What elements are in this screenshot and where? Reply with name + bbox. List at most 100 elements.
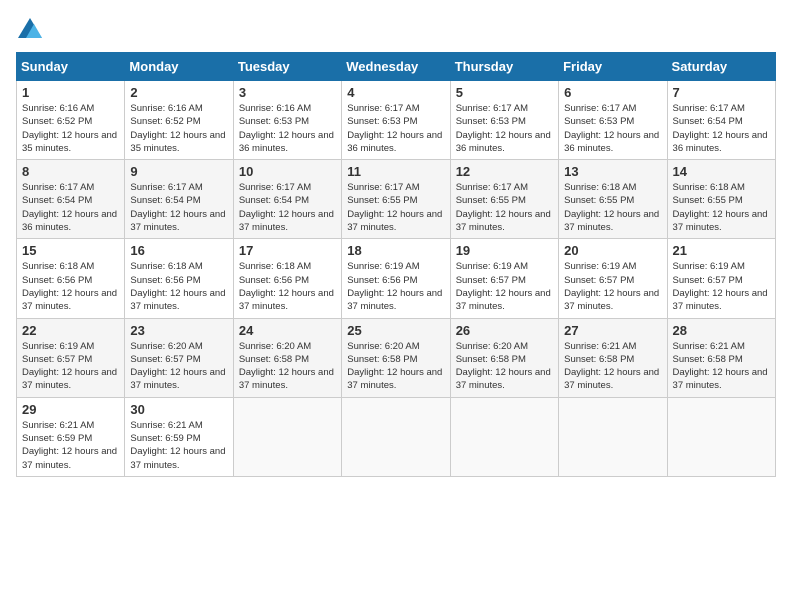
day-number: 28 bbox=[673, 323, 770, 338]
day-info: Sunrise: 6:18 AM Sunset: 6:56 PM Dayligh… bbox=[22, 260, 119, 313]
calendar-cell: 8 Sunrise: 6:17 AM Sunset: 6:54 PM Dayli… bbox=[17, 160, 125, 239]
calendar-cell bbox=[450, 397, 558, 476]
day-number: 29 bbox=[22, 402, 119, 417]
calendar-cell: 16 Sunrise: 6:18 AM Sunset: 6:56 PM Dayl… bbox=[125, 239, 233, 318]
weekday-header-row: SundayMondayTuesdayWednesdayThursdayFrid… bbox=[17, 53, 776, 81]
day-number: 15 bbox=[22, 243, 119, 258]
day-number: 21 bbox=[673, 243, 770, 258]
calendar-cell: 7 Sunrise: 6:17 AM Sunset: 6:54 PM Dayli… bbox=[667, 81, 775, 160]
logo bbox=[16, 16, 48, 44]
calendar-week-row: 8 Sunrise: 6:17 AM Sunset: 6:54 PM Dayli… bbox=[17, 160, 776, 239]
day-info: Sunrise: 6:17 AM Sunset: 6:54 PM Dayligh… bbox=[239, 181, 336, 234]
day-info: Sunrise: 6:18 AM Sunset: 6:56 PM Dayligh… bbox=[130, 260, 227, 313]
day-info: Sunrise: 6:19 AM Sunset: 6:57 PM Dayligh… bbox=[564, 260, 661, 313]
day-number: 3 bbox=[239, 85, 336, 100]
calendar-cell: 28 Sunrise: 6:21 AM Sunset: 6:58 PM Dayl… bbox=[667, 318, 775, 397]
day-info: Sunrise: 6:21 AM Sunset: 6:59 PM Dayligh… bbox=[22, 419, 119, 472]
calendar-cell: 22 Sunrise: 6:19 AM Sunset: 6:57 PM Dayl… bbox=[17, 318, 125, 397]
calendar-cell: 15 Sunrise: 6:18 AM Sunset: 6:56 PM Dayl… bbox=[17, 239, 125, 318]
calendar-table: SundayMondayTuesdayWednesdayThursdayFrid… bbox=[16, 52, 776, 477]
calendar-week-row: 1 Sunrise: 6:16 AM Sunset: 6:52 PM Dayli… bbox=[17, 81, 776, 160]
day-number: 25 bbox=[347, 323, 444, 338]
day-info: Sunrise: 6:20 AM Sunset: 6:58 PM Dayligh… bbox=[239, 340, 336, 393]
calendar-cell: 1 Sunrise: 6:16 AM Sunset: 6:52 PM Dayli… bbox=[17, 81, 125, 160]
day-number: 8 bbox=[22, 164, 119, 179]
calendar-cell: 19 Sunrise: 6:19 AM Sunset: 6:57 PM Dayl… bbox=[450, 239, 558, 318]
calendar-cell: 10 Sunrise: 6:17 AM Sunset: 6:54 PM Dayl… bbox=[233, 160, 341, 239]
day-number: 2 bbox=[130, 85, 227, 100]
weekday-header-tuesday: Tuesday bbox=[233, 53, 341, 81]
day-number: 27 bbox=[564, 323, 661, 338]
calendar-cell: 27 Sunrise: 6:21 AM Sunset: 6:58 PM Dayl… bbox=[559, 318, 667, 397]
day-number: 26 bbox=[456, 323, 553, 338]
weekday-header-friday: Friday bbox=[559, 53, 667, 81]
day-info: Sunrise: 6:18 AM Sunset: 6:55 PM Dayligh… bbox=[564, 181, 661, 234]
calendar-cell: 21 Sunrise: 6:19 AM Sunset: 6:57 PM Dayl… bbox=[667, 239, 775, 318]
day-info: Sunrise: 6:19 AM Sunset: 6:57 PM Dayligh… bbox=[456, 260, 553, 313]
day-info: Sunrise: 6:19 AM Sunset: 6:57 PM Dayligh… bbox=[22, 340, 119, 393]
day-info: Sunrise: 6:17 AM Sunset: 6:55 PM Dayligh… bbox=[347, 181, 444, 234]
day-info: Sunrise: 6:17 AM Sunset: 6:54 PM Dayligh… bbox=[22, 181, 119, 234]
day-info: Sunrise: 6:19 AM Sunset: 6:57 PM Dayligh… bbox=[673, 260, 770, 313]
calendar-cell: 6 Sunrise: 6:17 AM Sunset: 6:53 PM Dayli… bbox=[559, 81, 667, 160]
calendar-cell: 4 Sunrise: 6:17 AM Sunset: 6:53 PM Dayli… bbox=[342, 81, 450, 160]
calendar-cell: 30 Sunrise: 6:21 AM Sunset: 6:59 PM Dayl… bbox=[125, 397, 233, 476]
day-number: 7 bbox=[673, 85, 770, 100]
weekday-header-thursday: Thursday bbox=[450, 53, 558, 81]
day-info: Sunrise: 6:20 AM Sunset: 6:58 PM Dayligh… bbox=[347, 340, 444, 393]
calendar-cell bbox=[559, 397, 667, 476]
calendar-week-row: 15 Sunrise: 6:18 AM Sunset: 6:56 PM Dayl… bbox=[17, 239, 776, 318]
day-number: 16 bbox=[130, 243, 227, 258]
calendar-cell: 17 Sunrise: 6:18 AM Sunset: 6:56 PM Dayl… bbox=[233, 239, 341, 318]
calendar-cell: 25 Sunrise: 6:20 AM Sunset: 6:58 PM Dayl… bbox=[342, 318, 450, 397]
calendar-cell: 3 Sunrise: 6:16 AM Sunset: 6:53 PM Dayli… bbox=[233, 81, 341, 160]
calendar-cell: 20 Sunrise: 6:19 AM Sunset: 6:57 PM Dayl… bbox=[559, 239, 667, 318]
calendar-cell: 12 Sunrise: 6:17 AM Sunset: 6:55 PM Dayl… bbox=[450, 160, 558, 239]
calendar-cell: 24 Sunrise: 6:20 AM Sunset: 6:58 PM Dayl… bbox=[233, 318, 341, 397]
day-info: Sunrise: 6:17 AM Sunset: 6:53 PM Dayligh… bbox=[347, 102, 444, 155]
calendar-cell: 2 Sunrise: 6:16 AM Sunset: 6:52 PM Dayli… bbox=[125, 81, 233, 160]
day-info: Sunrise: 6:18 AM Sunset: 6:56 PM Dayligh… bbox=[239, 260, 336, 313]
day-number: 24 bbox=[239, 323, 336, 338]
day-info: Sunrise: 6:17 AM Sunset: 6:55 PM Dayligh… bbox=[456, 181, 553, 234]
calendar-cell: 23 Sunrise: 6:20 AM Sunset: 6:57 PM Dayl… bbox=[125, 318, 233, 397]
weekday-header-saturday: Saturday bbox=[667, 53, 775, 81]
calendar-cell: 26 Sunrise: 6:20 AM Sunset: 6:58 PM Dayl… bbox=[450, 318, 558, 397]
day-number: 13 bbox=[564, 164, 661, 179]
weekday-header-wednesday: Wednesday bbox=[342, 53, 450, 81]
day-number: 12 bbox=[456, 164, 553, 179]
calendar-cell: 9 Sunrise: 6:17 AM Sunset: 6:54 PM Dayli… bbox=[125, 160, 233, 239]
day-info: Sunrise: 6:17 AM Sunset: 6:54 PM Dayligh… bbox=[130, 181, 227, 234]
day-info: Sunrise: 6:20 AM Sunset: 6:57 PM Dayligh… bbox=[130, 340, 227, 393]
day-info: Sunrise: 6:17 AM Sunset: 6:53 PM Dayligh… bbox=[456, 102, 553, 155]
day-info: Sunrise: 6:16 AM Sunset: 6:52 PM Dayligh… bbox=[130, 102, 227, 155]
calendar-cell bbox=[667, 397, 775, 476]
day-number: 11 bbox=[347, 164, 444, 179]
calendar-cell bbox=[342, 397, 450, 476]
day-info: Sunrise: 6:16 AM Sunset: 6:52 PM Dayligh… bbox=[22, 102, 119, 155]
calendar-week-row: 29 Sunrise: 6:21 AM Sunset: 6:59 PM Dayl… bbox=[17, 397, 776, 476]
day-number: 10 bbox=[239, 164, 336, 179]
day-number: 4 bbox=[347, 85, 444, 100]
header bbox=[16, 16, 776, 44]
day-number: 19 bbox=[456, 243, 553, 258]
day-info: Sunrise: 6:18 AM Sunset: 6:55 PM Dayligh… bbox=[673, 181, 770, 234]
day-number: 1 bbox=[22, 85, 119, 100]
day-info: Sunrise: 6:16 AM Sunset: 6:53 PM Dayligh… bbox=[239, 102, 336, 155]
day-number: 9 bbox=[130, 164, 227, 179]
day-info: Sunrise: 6:19 AM Sunset: 6:56 PM Dayligh… bbox=[347, 260, 444, 313]
calendar-week-row: 22 Sunrise: 6:19 AM Sunset: 6:57 PM Dayl… bbox=[17, 318, 776, 397]
calendar-cell: 18 Sunrise: 6:19 AM Sunset: 6:56 PM Dayl… bbox=[342, 239, 450, 318]
weekday-header-sunday: Sunday bbox=[17, 53, 125, 81]
calendar-cell bbox=[233, 397, 341, 476]
calendar-cell: 11 Sunrise: 6:17 AM Sunset: 6:55 PM Dayl… bbox=[342, 160, 450, 239]
day-info: Sunrise: 6:21 AM Sunset: 6:58 PM Dayligh… bbox=[673, 340, 770, 393]
day-info: Sunrise: 6:21 AM Sunset: 6:59 PM Dayligh… bbox=[130, 419, 227, 472]
calendar-cell: 13 Sunrise: 6:18 AM Sunset: 6:55 PM Dayl… bbox=[559, 160, 667, 239]
day-info: Sunrise: 6:21 AM Sunset: 6:58 PM Dayligh… bbox=[564, 340, 661, 393]
calendar-cell: 5 Sunrise: 6:17 AM Sunset: 6:53 PM Dayli… bbox=[450, 81, 558, 160]
day-number: 30 bbox=[130, 402, 227, 417]
day-number: 23 bbox=[130, 323, 227, 338]
day-number: 18 bbox=[347, 243, 444, 258]
day-info: Sunrise: 6:20 AM Sunset: 6:58 PM Dayligh… bbox=[456, 340, 553, 393]
